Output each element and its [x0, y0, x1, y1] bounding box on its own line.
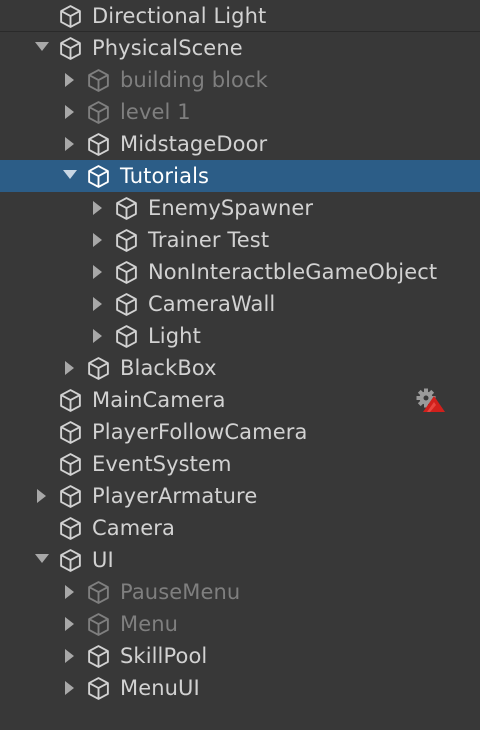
hierarchy-item-enemyspawner[interactable]: EnemySpawner	[0, 192, 480, 224]
hierarchy-item-label: NonInteractbleGameObject	[148, 260, 438, 284]
gameobject-cube-icon	[86, 100, 111, 125]
gameobject-cube-icon	[114, 292, 139, 317]
gameobject-cube-icon	[86, 68, 111, 93]
gameobject-cube-icon	[58, 420, 83, 445]
expand-arrow-right-icon[interactable]	[62, 128, 78, 160]
hierarchy-item-playerfollowcamera[interactable]: PlayerFollowCamera	[0, 416, 480, 448]
gameobject-cube-icon	[86, 676, 111, 701]
expand-arrow-right-icon[interactable]	[62, 608, 78, 640]
hierarchy-item-building-block[interactable]: building block	[0, 64, 480, 96]
expand-arrow-down-icon[interactable]	[34, 32, 50, 64]
hierarchy-item-label: BlackBox	[120, 356, 217, 380]
expand-arrow-right-icon[interactable]	[62, 640, 78, 672]
hierarchy-item-label: Camera	[92, 516, 176, 540]
hierarchy-item-label: CameraWall	[148, 292, 276, 316]
expand-arrow-right-icon[interactable]	[90, 256, 106, 288]
gameobject-cube-icon	[86, 644, 111, 669]
gameobject-cube-icon	[58, 548, 83, 573]
gameobject-cube-icon	[114, 260, 139, 285]
expand-arrow-right-icon[interactable]	[62, 352, 78, 384]
gameobject-cube-icon	[58, 484, 83, 509]
hierarchy-item-label: Light	[148, 324, 201, 348]
expand-arrow-right-icon[interactable]	[90, 192, 106, 224]
hierarchy-item-label: PlayerFollowCamera	[92, 420, 308, 444]
gameobject-cube-icon	[58, 388, 83, 413]
hierarchy-item-label: building block	[120, 68, 268, 92]
hierarchy-item-label: Tutorials	[120, 164, 210, 188]
gameobject-cube-icon	[86, 164, 111, 189]
expand-arrow-right-icon[interactable]	[62, 64, 78, 96]
gameobject-cube-icon	[114, 324, 139, 349]
hierarchy-item-label: SkillPool	[120, 644, 208, 668]
gear-warning-icon	[414, 388, 446, 414]
hierarchy-item-noninteractblegameobject[interactable]: NonInteractbleGameObject	[0, 256, 480, 288]
hierarchy-item-maincamera[interactable]: MainCamera	[0, 384, 480, 416]
gameobject-cube-icon	[86, 612, 111, 637]
gameobject-cube-icon	[58, 4, 83, 29]
hierarchy-item-label: PhysicalScene	[92, 36, 243, 60]
hierarchy-item-trainer-test[interactable]: Trainer Test	[0, 224, 480, 256]
expand-arrow-right-icon[interactable]	[90, 288, 106, 320]
gameobject-cube-icon	[86, 132, 111, 157]
hierarchy-item-light[interactable]: Light	[0, 320, 480, 352]
hierarchy-item-label: level 1	[120, 100, 191, 124]
expand-arrow-right-icon[interactable]	[90, 320, 106, 352]
expand-arrow-down-icon[interactable]	[62, 160, 78, 192]
hierarchy-item-label: PlayerArmature	[92, 484, 258, 508]
hierarchy-item-ui[interactable]: UI	[0, 544, 480, 576]
hierarchy-item-midstagedoor[interactable]: MidstageDoor	[0, 128, 480, 160]
expand-arrow-down-icon[interactable]	[34, 544, 50, 576]
hierarchy-item-camerawall[interactable]: CameraWall	[0, 288, 480, 320]
hierarchy-item-label: EnemySpawner	[148, 196, 314, 220]
hierarchy-item-blackbox[interactable]: BlackBox	[0, 352, 480, 384]
gameobject-cube-icon	[58, 36, 83, 61]
hierarchy-item-camera[interactable]: Camera	[0, 512, 480, 544]
hierarchy-item-label: EventSystem	[92, 452, 232, 476]
hierarchy-panel: Directional Light PhysicalScene building b…	[0, 0, 480, 730]
expand-arrow-right-icon[interactable]	[62, 576, 78, 608]
hierarchy-item-tutorials[interactable]: Tutorials	[0, 160, 480, 192]
gameobject-cube-icon	[58, 516, 83, 541]
hierarchy-item-label: Menu	[120, 612, 179, 636]
gameobject-cube-icon	[86, 356, 111, 381]
hierarchy-item-playerarmature[interactable]: PlayerArmature	[0, 480, 480, 512]
expand-arrow-right-icon[interactable]	[62, 672, 78, 704]
hierarchy-item-label: MidstageDoor	[120, 132, 268, 156]
hierarchy-item-pausemenu[interactable]: PauseMenu	[0, 576, 480, 608]
hierarchy-item-physicalscene[interactable]: PhysicalScene	[0, 32, 480, 64]
gameobject-cube-icon	[114, 228, 139, 253]
hierarchy-item-label: MenuUI	[120, 676, 200, 700]
hierarchy-item-skillpool[interactable]: SkillPool	[0, 640, 480, 672]
hierarchy-item-label: Trainer Test	[148, 228, 270, 252]
hierarchy-item-menuui[interactable]: MenuUI	[0, 672, 480, 704]
hierarchy-item-label: MainCamera	[92, 388, 226, 412]
gameobject-cube-icon	[58, 452, 83, 477]
hierarchy-item-label: Directional Light	[92, 4, 267, 28]
hierarchy-item-label: PauseMenu	[120, 580, 241, 604]
gameobject-cube-icon	[114, 196, 139, 221]
hierarchy-item-label: UI	[92, 548, 114, 572]
hierarchy-item-level-1[interactable]: level 1	[0, 96, 480, 128]
gameobject-cube-icon	[86, 580, 111, 605]
expand-arrow-right-icon[interactable]	[90, 224, 106, 256]
expand-arrow-right-icon[interactable]	[34, 480, 50, 512]
hierarchy-item-eventsystem[interactable]: EventSystem	[0, 448, 480, 480]
expand-arrow-right-icon[interactable]	[62, 96, 78, 128]
hierarchy-item-menu[interactable]: Menu	[0, 608, 480, 640]
hierarchy-item-directional-light[interactable]: Directional Light	[0, 0, 480, 32]
